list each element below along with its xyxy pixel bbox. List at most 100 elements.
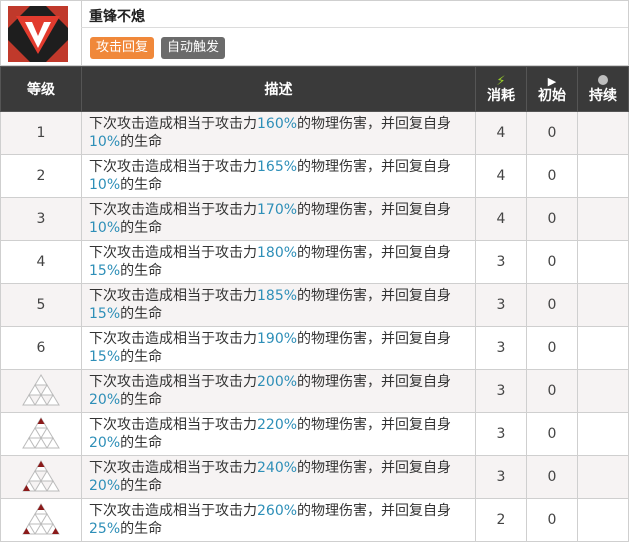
sp-cost-cell: 3 [475,240,527,284]
desc-text: 的物理伤害，并回复自身 [297,288,452,304]
level-cell: 3 [0,197,82,241]
level-cell: 2 [0,154,82,198]
sp-cost-cell: 3 [475,326,527,370]
clock-icon [598,74,608,88]
tag-attack-recovery: 攻击回复 [90,37,155,59]
table-row: 下次攻击造成相当于攻击力260%的物理伤害，并回复自身 25%的生命 2 0 [0,498,629,542]
level-cell: 4 [0,240,82,284]
description-cell: 下次攻击造成相当于攻击力200%的物理伤害，并回复自身 20%的生命 [81,369,476,413]
sp-init-cell: 0 [526,197,578,241]
atk-percent: 240% [257,460,298,476]
table-row: 下次攻击造成相当于攻击力220%的物理伤害，并回复自身 20%的生命 3 0 [0,412,629,456]
sp-init-cell: 0 [526,283,578,327]
desc-text: 的生命 [120,435,163,451]
desc-text: 的物理伤害，并回复自身 [297,245,452,261]
description-cell: 下次攻击造成相当于攻击力165%的物理伤害，并回复自身 10%的生命 [81,154,476,198]
desc-text: 下次攻击造成相当于攻击力 [89,417,257,433]
table-header-row: 等级 描述 ⚡ 消耗 ▶ 初始 持续 [0,66,629,112]
desc-text: 的物理伤害，并回复自身 [297,159,452,175]
desc-text: 的物理伤害，并回复自身 [297,417,452,433]
heal-percent: 20% [89,435,121,451]
heal-percent: 15% [89,263,121,279]
level-cell [0,455,82,499]
play-icon: ▶ [547,75,557,88]
duration-cell [577,111,629,155]
skill-level-table: 等级 描述 ⚡ 消耗 ▶ 初始 持续 1 下次攻击造成相当于攻击力160%的物理… [0,66,629,542]
level-cell: 5 [0,283,82,327]
sp-init-cell: 0 [526,455,578,499]
duration-cell [577,326,629,370]
desc-text: 的生命 [120,134,163,150]
desc-text: 的生命 [120,521,163,537]
description-cell: 下次攻击造成相当于攻击力180%的物理伤害，并回复自身 15%的生命 [81,240,476,284]
desc-text: 的物理伤害，并回复自身 [297,374,452,390]
heal-percent: 25% [89,521,121,537]
heal-percent: 10% [89,177,121,193]
skill-icon [8,6,68,62]
desc-text: 的生命 [120,263,163,279]
duration-cell [577,154,629,198]
table-row: 1 下次攻击造成相当于攻击力160%的物理伤害，并回复自身 10%的生命 4 0 [0,111,629,155]
heal-percent: 10% [89,220,121,236]
table-row: 4 下次攻击造成相当于攻击力180%的物理伤害，并回复自身 15%的生命 3 0 [0,240,629,284]
table-row: 3 下次攻击造成相当于攻击力170%的物理伤害，并回复自身 10%的生命 4 0 [0,197,629,241]
col-level: 等级 [0,66,82,112]
mastery-4-icon [22,503,60,535]
sp-cost-cell: 3 [475,369,527,413]
heal-percent: 15% [89,349,121,365]
desc-text: 的物理伤害，并回复自身 [297,116,452,132]
sp-cost-cell: 4 [475,197,527,241]
sp-cost-cell: 3 [475,455,527,499]
description-cell: 下次攻击造成相当于攻击力190%的物理伤害，并回复自身 15%的生命 [81,326,476,370]
header-divider [81,1,82,65]
description-cell: 下次攻击造成相当于攻击力160%的物理伤害，并回复自身 10%的生命 [81,111,476,155]
sp-cost-cell: 4 [475,111,527,155]
skill-name: 重锋不熄 [89,9,145,25]
desc-text: 的生命 [120,306,163,322]
sp-init-cell: 0 [526,111,578,155]
desc-text: 下次攻击造成相当于攻击力 [89,503,257,519]
description-cell: 下次攻击造成相当于攻击力170%的物理伤害，并回复自身 10%的生命 [81,197,476,241]
level-cell [0,412,82,456]
atk-percent: 220% [257,417,298,433]
desc-text: 的物理伤害，并回复自身 [297,460,452,476]
desc-text: 下次攻击造成相当于攻击力 [89,460,257,476]
desc-text: 的物理伤害，并回复自身 [297,331,452,347]
heal-percent: 15% [89,306,121,322]
atk-percent: 185% [257,288,298,304]
col-duration: 持续 [577,66,629,112]
skill-header: 重锋不熄 攻击回复 自动触发 [0,0,629,66]
atk-percent: 170% [257,202,298,218]
duration-cell [577,412,629,456]
sp-cost-cell: 2 [475,498,527,542]
duration-cell [577,240,629,284]
desc-text: 下次攻击造成相当于攻击力 [89,245,257,261]
duration-cell [577,498,629,542]
sp-init-cell: 0 [526,369,578,413]
sp-cost-cell: 4 [475,154,527,198]
table-row: 2 下次攻击造成相当于攻击力165%的物理伤害，并回复自身 10%的生命 4 0 [0,154,629,198]
heal-percent: 10% [89,134,121,150]
duration-cell [577,369,629,413]
table-row: 下次攻击造成相当于攻击力200%的物理伤害，并回复自身 20%的生命 3 0 [0,369,629,413]
level-cell [0,498,82,542]
sp-init-cell: 0 [526,240,578,284]
description-cell: 下次攻击造成相当于攻击力220%的物理伤害，并回复自身 20%的生命 [81,412,476,456]
atk-percent: 160% [257,116,298,132]
desc-text: 下次攻击造成相当于攻击力 [89,202,257,218]
description-cell: 下次攻击造成相当于攻击力185%的物理伤害，并回复自身 15%的生命 [81,283,476,327]
duration-cell [577,197,629,241]
sp-init-cell: 0 [526,154,578,198]
desc-text: 的生命 [120,478,163,494]
level-cell: 6 [0,326,82,370]
desc-text: 的物理伤害，并回复自身 [297,202,452,218]
duration-cell [577,283,629,327]
mastery-3-icon [22,460,60,492]
desc-text: 下次攻击造成相当于攻击力 [89,331,257,347]
desc-text: 的物理伤害，并回复自身 [297,503,452,519]
sp-cost-cell: 3 [475,412,527,456]
heal-percent: 20% [89,478,121,494]
desc-text: 的生命 [120,349,163,365]
description-cell: 下次攻击造成相当于攻击力260%的物理伤害，并回复自身 25%的生命 [81,498,476,542]
lightning-icon: ⚡ [496,74,506,89]
